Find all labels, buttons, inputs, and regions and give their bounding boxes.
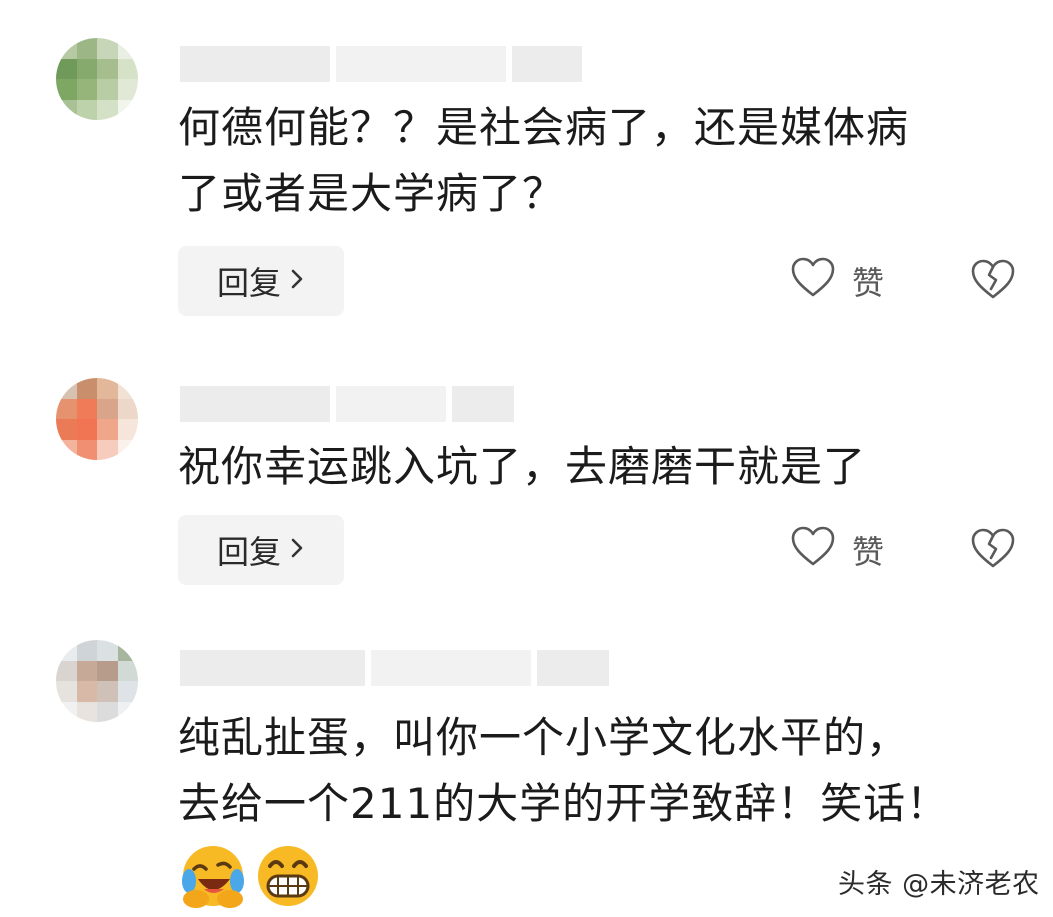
avatar[interactable]: [56, 38, 138, 120]
username-blurred[interactable]: [180, 650, 609, 686]
chevron-right-icon: [289, 533, 305, 568]
reply-button[interactable]: 回复: [178, 246, 344, 316]
grinning-emoji: [255, 843, 321, 909]
heart-outline-icon: [790, 256, 836, 306]
broken-heart-icon: [970, 528, 1016, 573]
like-button[interactable]: 赞: [790, 525, 884, 575]
username-blurred[interactable]: [180, 46, 582, 82]
comment-text: 纯乱扯蛋，叫你一个小学文化水平的， 去给一个211的大学的开学致辞！笑话！: [178, 713, 950, 828]
like-label: 赞: [852, 533, 885, 571]
laughing-crying-emoji: [180, 843, 246, 909]
username-blurred[interactable]: [180, 386, 514, 422]
like-label: 赞: [852, 264, 885, 302]
like-button[interactable]: 赞: [790, 256, 884, 306]
comment-text: 何德何能？？是社会病了，还是媒体病 了或者是大学病了？: [178, 103, 910, 218]
avatar[interactable]: [56, 640, 138, 722]
reply-button[interactable]: 回复: [178, 515, 344, 585]
reply-label: 回复: [216, 264, 281, 302]
dislike-button[interactable]: [970, 258, 1016, 304]
reply-label: 回复: [216, 533, 281, 571]
watermark: 头条 @未济老农: [838, 869, 1040, 900]
heart-outline-icon: [790, 525, 836, 575]
chevron-right-icon: [289, 264, 305, 299]
dislike-button[interactable]: [970, 527, 1016, 573]
avatar[interactable]: [56, 378, 138, 460]
comment-text: 祝你幸运跳入坑了，去磨磨干就是了: [178, 442, 867, 491]
broken-heart-icon: [970, 259, 1016, 304]
